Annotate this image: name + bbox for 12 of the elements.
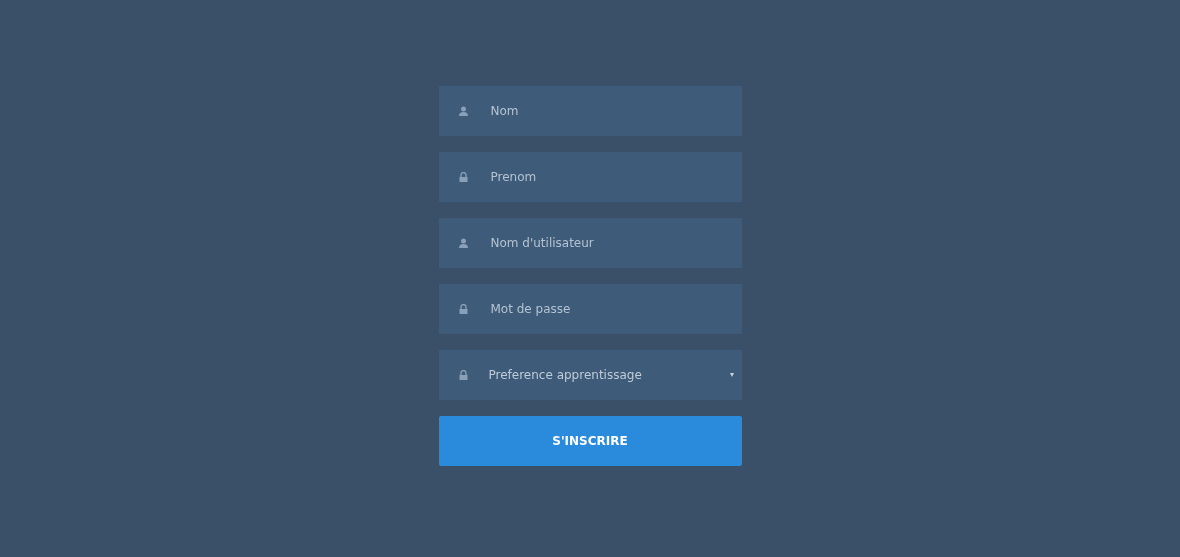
user-icon: [458, 106, 468, 116]
lock-icon: [458, 304, 468, 314]
lock-icon: [458, 172, 468, 182]
text-field[interactable]: Nom: [438, 86, 742, 136]
text-field[interactable]: Prenom: [438, 152, 742, 202]
caret-icon: [729, 373, 734, 377]
text-field[interactable]: Nom d'utilisateur: [438, 218, 742, 268]
text-field[interactable]: Mot de passe: [438, 284, 742, 334]
signup-button[interactable]: S'INSCRIRE: [438, 416, 742, 466]
dropdown-field[interactable]: Preference apprentissage: [438, 350, 742, 400]
user-icon: [458, 238, 468, 248]
lock-icon: [458, 370, 468, 380]
